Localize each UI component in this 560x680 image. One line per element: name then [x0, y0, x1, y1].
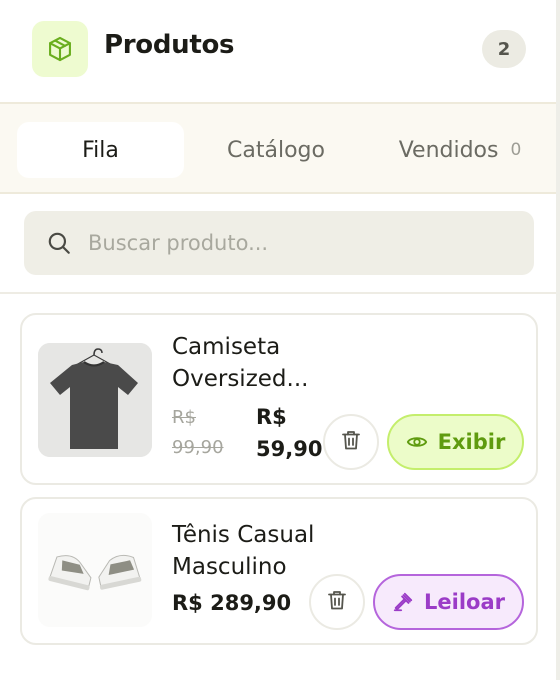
- exibir-button[interactable]: Exibir: [387, 414, 524, 470]
- search-bar[interactable]: [24, 211, 534, 275]
- exibir-label: Exibir: [437, 430, 506, 454]
- tab-label: Fila: [82, 137, 119, 163]
- page-title: Produtos: [104, 30, 235, 60]
- search-section: [0, 194, 556, 294]
- tab-label: Catálogo: [227, 137, 325, 163]
- product-price: R$ 289,90: [172, 591, 292, 615]
- tab-vendidos[interactable]: Vendidos 0: [380, 122, 540, 178]
- leiloar-button[interactable]: Leiloar: [373, 574, 524, 630]
- delete-button[interactable]: [323, 414, 379, 470]
- tab-fila[interactable]: Fila: [17, 122, 184, 178]
- tab-count: 0: [510, 140, 522, 160]
- search-icon: [46, 230, 72, 256]
- right-edge-divider: [556, 0, 560, 680]
- tab-label: Vendidos: [398, 137, 499, 163]
- leiloar-label: Leiloar: [424, 590, 505, 614]
- trash-icon: [339, 428, 363, 456]
- package-icon: [32, 21, 88, 77]
- product-count-badge: 2: [482, 30, 526, 68]
- header: Produtos 2: [0, 0, 556, 102]
- delete-button[interactable]: [309, 574, 365, 630]
- tab-bar: Fila Catálogo Vendidos 0: [0, 102, 556, 194]
- product-image-tshirt: [38, 343, 152, 457]
- search-input[interactable]: [88, 231, 534, 255]
- eye-icon: [406, 431, 428, 453]
- tab-catalogo[interactable]: Catálogo: [196, 122, 356, 178]
- product-name: Camiseta Oversized...: [172, 334, 309, 392]
- product-old-price: R$ 99,90: [172, 407, 224, 458]
- product-name: Tênis Casual Masculino: [172, 522, 315, 580]
- product-card[interactable]: Camiseta Oversized... R$ 99,90 R$ 59,90 …: [20, 313, 538, 485]
- product-image-sneakers: [38, 513, 152, 627]
- product-card[interactable]: Tênis Casual Masculino R$ 289,90 Leiloar: [20, 497, 538, 645]
- gavel-icon: [392, 591, 414, 613]
- trash-icon: [325, 588, 349, 616]
